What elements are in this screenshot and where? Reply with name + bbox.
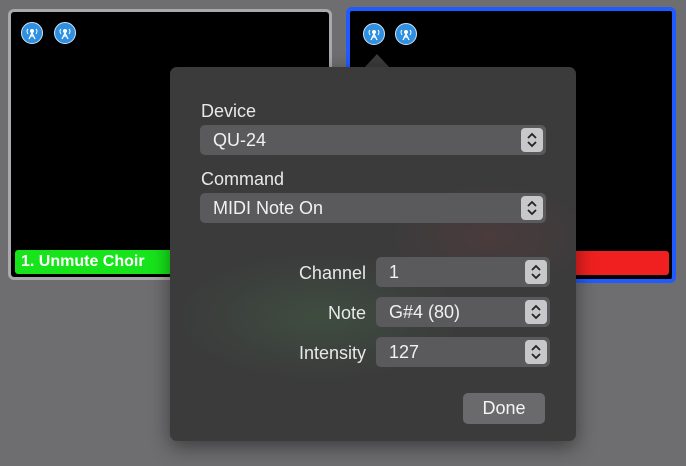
stepper-icon [521,196,543,220]
popover-arrow [364,54,390,68]
intensity-value: 127 [389,342,420,362]
antenna-icon [54,22,76,44]
intensity-label: Intensity [298,343,366,363]
stepper-icon [525,260,547,284]
antenna-icon [363,23,385,45]
channel-select[interactable]: 1 [376,257,550,287]
command-label: Command [201,169,285,189]
channel-value: 1 [389,262,400,282]
stepper-icon [521,128,543,152]
done-button[interactable]: Done [463,393,545,424]
stepper-icon [525,300,547,324]
intensity-stepper[interactable]: 127 [376,337,550,367]
command-value: MIDI Note On [213,198,324,218]
device-label: Device [201,101,257,121]
antenna-icon [395,23,417,45]
note-select[interactable]: G#4 (80) [376,297,550,327]
command-select[interactable]: MIDI Note On [200,193,546,223]
stepper-icon [525,340,547,364]
cue-label: 1. Unmute Choir [21,253,145,270]
device-value: QU-24 [213,130,267,150]
midi-settings-popover: Device QU-24 Command MIDI Note On Channe… [170,67,576,441]
channel-label: Channel [298,263,366,283]
note-value: G#4 (80) [389,302,461,322]
device-select[interactable]: QU-24 [200,125,546,155]
antenna-icon [21,22,43,44]
note-label: Note [327,303,366,323]
